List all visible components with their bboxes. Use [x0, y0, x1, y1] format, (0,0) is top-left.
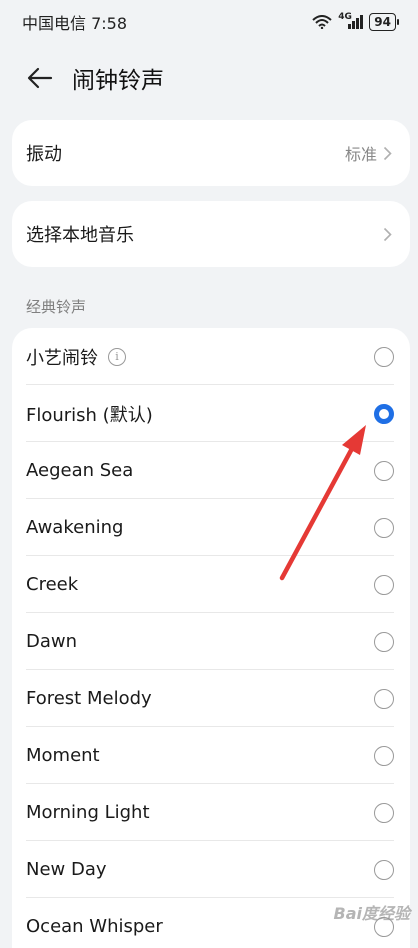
radio-unchecked[interactable] — [374, 347, 394, 367]
vibration-setting[interactable]: 振动 标准 — [12, 120, 410, 186]
ringtone-label: Dawn — [26, 631, 77, 652]
carrier-time: 中国电信 7:58 — [22, 10, 127, 34]
chevron-right-icon — [383, 146, 392, 161]
title-bar: 闹钟铃声 — [0, 50, 418, 106]
signal-icon: 4G — [338, 15, 363, 29]
radio-checked[interactable] — [374, 404, 394, 424]
ringtone-label: Flourish (默认) — [26, 401, 153, 427]
ringtone-label: Ocean Whisper — [26, 916, 163, 937]
ringtone-label: Awakening — [26, 517, 123, 538]
wifi-icon — [312, 15, 332, 29]
radio-unchecked[interactable] — [374, 860, 394, 880]
ringtone-label: Forest Melody — [26, 688, 152, 709]
local-music-label: 选择本地音乐 — [26, 221, 134, 247]
ringtone-label: Moment — [26, 745, 100, 766]
ringtone-item[interactable]: Creek — [12, 556, 410, 613]
info-icon[interactable]: i — [108, 348, 126, 366]
section-header-classic: 经典铃声 — [26, 296, 86, 317]
battery-icon: 94 — [369, 13, 396, 31]
ringtone-item[interactable]: Flourish (默认) — [12, 385, 410, 442]
local-music-setting[interactable]: 选择本地音乐 — [12, 201, 410, 267]
vibration-card: 振动 标准 — [12, 120, 410, 186]
page-title: 闹钟铃声 — [72, 61, 164, 95]
ringtone-label: Morning Light — [26, 802, 150, 823]
back-button[interactable] — [20, 58, 60, 98]
vibration-value: 标准 — [345, 141, 377, 165]
back-arrow-icon — [27, 67, 53, 89]
status-icons: 4G 94 — [312, 13, 396, 31]
radio-unchecked[interactable] — [374, 632, 394, 652]
vibration-label: 振动 — [26, 140, 62, 166]
ringtone-item[interactable]: Moment — [12, 727, 410, 784]
ringtone-item[interactable]: Awakening — [12, 499, 410, 556]
ringtone-item[interactable]: Dawn — [12, 613, 410, 670]
ringtone-item[interactable]: 小艺闹铃i — [12, 328, 410, 385]
ringtone-item[interactable]: Morning Light — [12, 784, 410, 841]
radio-unchecked[interactable] — [374, 689, 394, 709]
local-music-card: 选择本地音乐 — [12, 201, 410, 267]
ringtone-label: Aegean Sea — [26, 460, 133, 481]
ringtone-item[interactable]: Forest Melody — [12, 670, 410, 727]
watermark: Bai度经验 — [334, 900, 410, 924]
ringtone-list: 小艺闹铃i Flourish (默认) Aegean Sea Awakening Cre… — [12, 328, 410, 948]
radio-unchecked[interactable] — [374, 461, 394, 481]
radio-unchecked[interactable] — [374, 746, 394, 766]
radio-unchecked[interactable] — [374, 575, 394, 595]
status-bar: 中国电信 7:58 4G 94 — [0, 0, 418, 44]
ringtone-item[interactable]: Aegean Sea — [12, 442, 410, 499]
ringtone-label: Creek — [26, 574, 78, 595]
ringtone-item[interactable]: New Day — [12, 841, 410, 898]
ringtone-label: New Day — [26, 859, 107, 880]
radio-unchecked[interactable] — [374, 803, 394, 823]
radio-unchecked[interactable] — [374, 518, 394, 538]
ringtone-label: 小艺闹铃i — [26, 344, 126, 370]
chevron-right-icon — [383, 227, 392, 242]
